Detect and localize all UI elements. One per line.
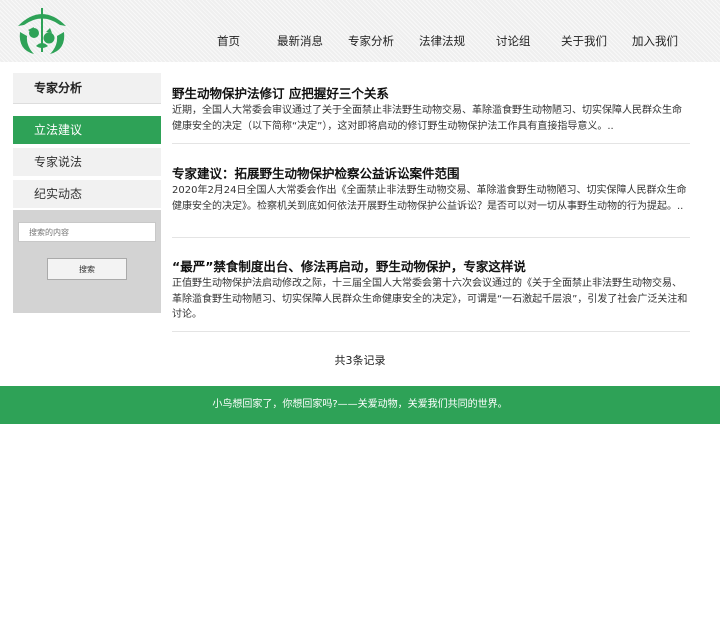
nav-item-join-us[interactable]: 加入我们 bbox=[632, 34, 678, 48]
article-title[interactable]: “最严”禁食制度出台、修法再启动，野生动物保护，专家这样说 bbox=[172, 259, 690, 275]
nav-item-latest-news[interactable]: 最新消息 bbox=[277, 34, 323, 48]
sidebar: 专家分析 立法建议 专家说法 纪实动态 搜索 bbox=[13, 73, 161, 313]
sidebar-heading: 专家分析 bbox=[13, 73, 161, 104]
article-item: 野生动物保护法修订 应把握好三个关系 近期，全国人大常委会审议通过了关于全面禁止… bbox=[172, 86, 690, 134]
sidebar-item-expert-opinion[interactable]: 专家说法 bbox=[13, 148, 161, 176]
nav-item-expert-analysis[interactable]: 专家分析 bbox=[348, 34, 394, 48]
article-item: 专家建议：拓展野生动物保护检察公益诉讼案件范围 2020年2月24日全国人大常委… bbox=[172, 166, 690, 229]
sidebar-search-panel: 搜索 bbox=[13, 210, 161, 313]
records-count: 共3条记录 bbox=[334, 354, 386, 367]
sidebar-item-legislative-advice[interactable]: 立法建议 bbox=[13, 116, 161, 144]
divider bbox=[172, 143, 690, 144]
divider bbox=[172, 331, 690, 332]
article-summary: 2020年2月24日全国人大常委会作出《全面禁止非法野生动物交易、革除滥食野生动… bbox=[172, 185, 687, 212]
nav-item-laws[interactable]: 法律法规 bbox=[419, 34, 465, 48]
main-nav: 首页 最新消息 专家分析 法律法规 讨论组 关于我们 加入我们 bbox=[0, 34, 720, 54]
site-footer: 小鸟想回家了，你想回家吗?——关爱动物，关爱我们共同的世界。 bbox=[0, 386, 720, 424]
article-title[interactable]: 野生动物保护法修订 应把握好三个关系 bbox=[172, 86, 690, 102]
site-header: 首页 最新消息 专家分析 法律法规 讨论组 关于我们 加入我们 bbox=[0, 0, 720, 62]
article-title[interactable]: 专家建议：拓展野生动物保护检察公益诉讼案件范围 bbox=[172, 166, 690, 182]
search-button[interactable]: 搜索 bbox=[47, 258, 127, 280]
nav-item-about-us[interactable]: 关于我们 bbox=[561, 34, 607, 48]
article-summary: 近期，全国人大常委会审议通过了关于全面禁止非法野生动物交易、革除滥食野生动物陋习… bbox=[172, 105, 682, 132]
nav-item-home[interactable]: 首页 bbox=[217, 34, 240, 48]
search-input[interactable] bbox=[18, 222, 156, 242]
article-summary: 正值野生动物保护法启动修改之际，十三届全国人大常委会第十六次会议通过的《关于全面… bbox=[172, 278, 688, 320]
divider bbox=[172, 237, 690, 238]
sidebar-item-documentary-news[interactable]: 纪实动态 bbox=[13, 180, 161, 208]
article-item: “最严”禁食制度出台、修法再启动，野生动物保护，专家这样说 正值野生动物保护法启… bbox=[172, 259, 690, 322]
nav-item-discussion[interactable]: 讨论组 bbox=[496, 34, 531, 48]
